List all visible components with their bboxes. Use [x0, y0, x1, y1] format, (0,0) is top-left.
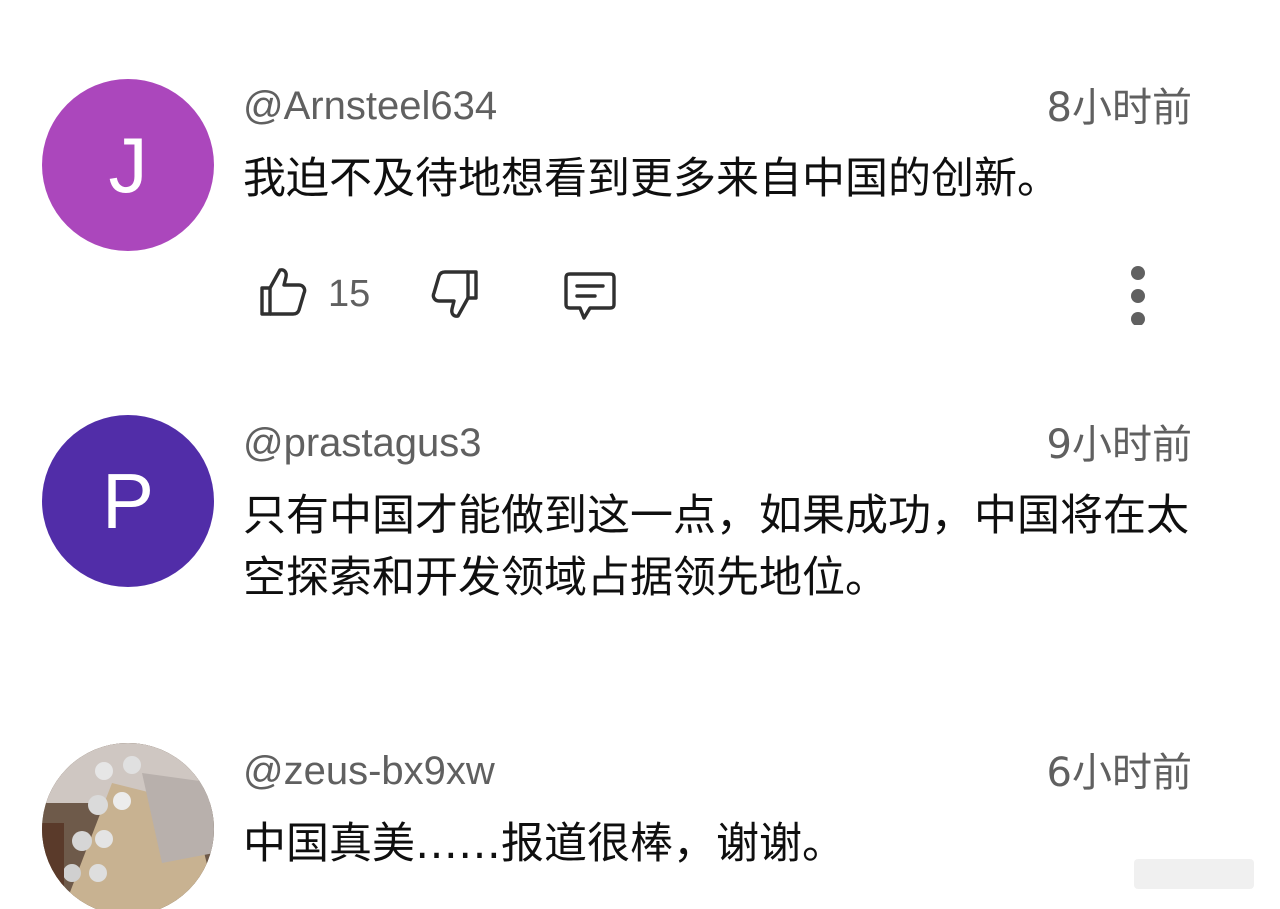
watermark	[1104, 853, 1254, 889]
watermark-box	[1134, 859, 1254, 889]
comment-author[interactable]: @zeus-bx9xw	[243, 751, 495, 791]
comments-page: J @Arnsteel634 8小时前 我迫不及待地想看到更多来自中国的创新。 …	[0, 0, 1280, 909]
avatar-photo	[42, 743, 214, 909]
comment-item: @zeus-bx9xw 6小时前 中国真美……报道很棒，谢谢。	[0, 0, 1280, 909]
avatar[interactable]	[42, 743, 214, 909]
comment-text: 中国真美……报道很棒，谢谢。	[243, 819, 845, 869]
comment-time: 6小时前	[1046, 750, 1192, 796]
